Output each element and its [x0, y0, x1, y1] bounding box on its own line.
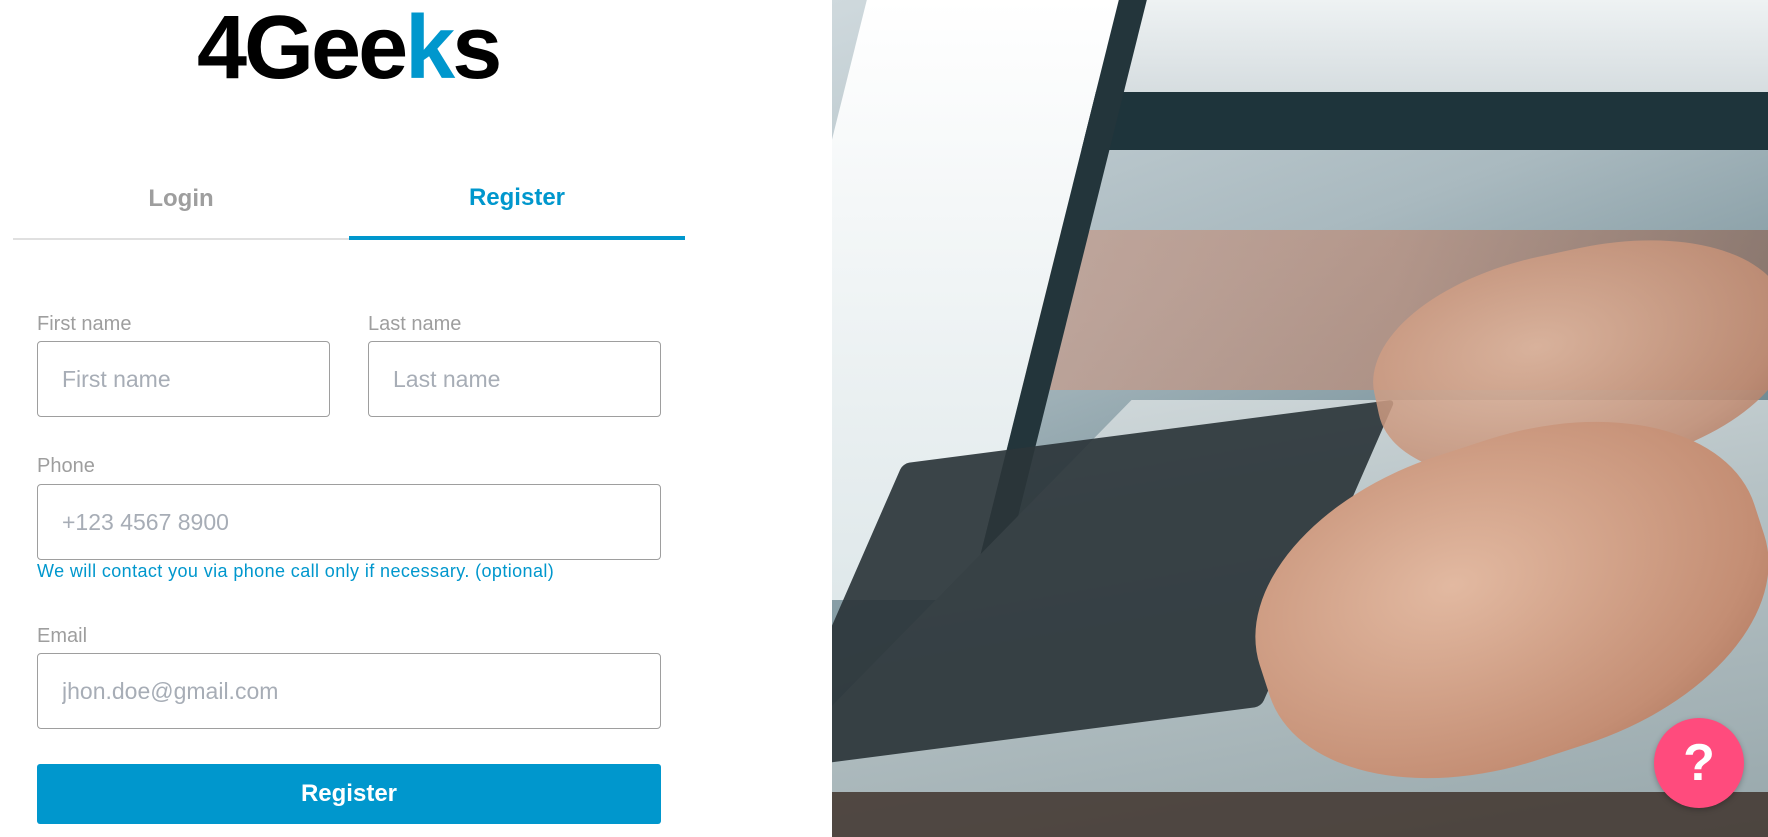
help-button[interactable]: ?	[1654, 718, 1744, 808]
tab-register[interactable]: Register	[349, 160, 685, 240]
registration-panel: 4Geeks Login Register First name Last na…	[0, 0, 832, 837]
question-mark-icon: ?	[1683, 734, 1715, 792]
auth-tabs: Login Register	[13, 160, 685, 240]
email-label: Email	[37, 625, 88, 647]
phone-label: Phone	[37, 455, 95, 477]
logo-text-main: 4Gee	[197, 0, 408, 98]
photo-desk-edge	[832, 792, 1768, 837]
hero-photo-laptop-typing	[832, 0, 1768, 837]
phone-helper-text: We will contact you via phone call only …	[37, 561, 555, 581]
register-button[interactable]: Register	[37, 764, 661, 824]
email-input[interactable]	[37, 653, 661, 729]
logo-text-accent: k	[405, 0, 455, 98]
first-name-input[interactable]	[37, 341, 330, 417]
photo-monitor-screen	[1082, 0, 1768, 92]
last-name-input[interactable]	[368, 341, 661, 417]
logo-4geeks: 4Gee k s	[197, 0, 502, 98]
tab-login[interactable]: Login	[13, 160, 349, 240]
logo-text-end: s	[452, 0, 502, 98]
last-name-label: Last name	[368, 313, 462, 335]
first-name-label: First name	[37, 313, 132, 335]
phone-input[interactable]	[37, 484, 661, 560]
